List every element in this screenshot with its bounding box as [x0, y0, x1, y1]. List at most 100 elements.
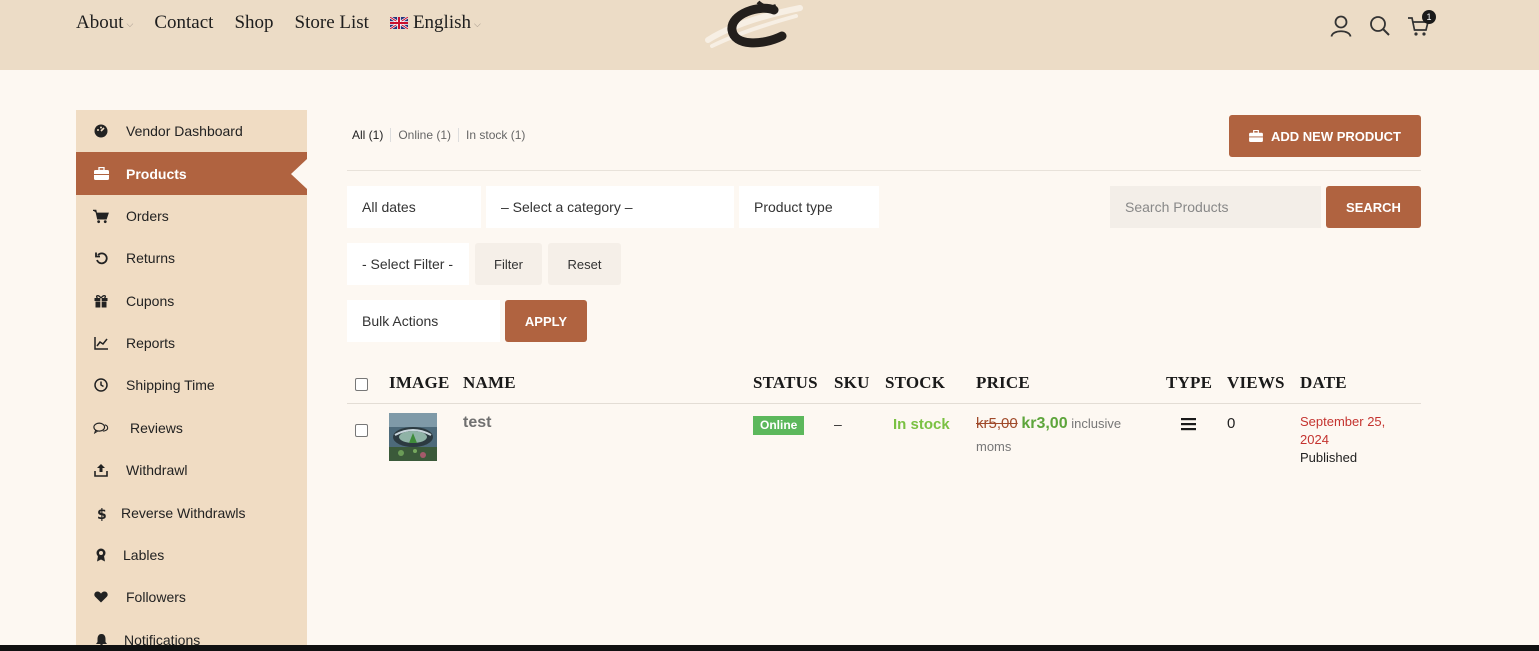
cart-icon — [93, 208, 109, 224]
add-new-product-label: ADD NEW PRODUCT — [1271, 128, 1401, 144]
dashboard-icon — [93, 123, 109, 139]
award-icon — [93, 547, 109, 563]
upload-icon — [93, 462, 109, 478]
chevron-down-icon: ⌵ — [126, 18, 134, 29]
nav-shop-label: Shop — [234, 12, 274, 33]
dollar-icon: $ — [93, 505, 109, 521]
product-name-link[interactable]: test — [463, 414, 491, 432]
sidebar-item-cupons[interactable]: Cupons — [76, 280, 307, 322]
filter-button[interactable]: Filter — [475, 243, 542, 285]
table-header-divider — [347, 403, 1421, 404]
nav-contact-label: Contact — [154, 12, 214, 33]
views-count: 0 — [1227, 415, 1236, 432]
column-header-type: TYPE — [1166, 373, 1213, 392]
product-type-select[interactable]: Product type — [739, 186, 879, 228]
sidebar-item-label: Orders — [126, 208, 169, 224]
sidebar-item-label: Lables — [123, 547, 165, 563]
sidebar-item-reviews[interactable]: Reviews — [76, 407, 307, 449]
site-header: About ⌵ Contact Shop Store List English … — [0, 0, 1539, 70]
chevron-down-icon: ⌵ — [474, 18, 481, 29]
column-header-stock: STOCK — [885, 373, 946, 392]
sidebar-item-label: Cupons — [126, 293, 175, 309]
site-logo[interactable] — [700, 0, 810, 50]
sidebar-item-withdrawl[interactable]: Withdrawl — [76, 449, 307, 491]
top-nav: About ⌵ Contact Shop Store List English … — [76, 12, 502, 34]
price-cell: kr5,00 kr3,00 inclusive moms — [976, 412, 1146, 458]
nav-about[interactable]: About ⌵ — [76, 12, 133, 34]
sidebar-item-label: Products — [126, 165, 187, 182]
cart-count-badge: 1 — [1422, 10, 1436, 24]
reset-button[interactable]: Reset — [548, 243, 621, 285]
sidebar-item-label: Reviews — [130, 420, 183, 436]
sidebar-item-vendor-dashboard[interactable]: Vendor Dashboard — [76, 110, 307, 152]
sidebar-item-lables[interactable]: Lables — [76, 534, 307, 576]
clock-icon — [93, 377, 109, 393]
sidebar-item-label: Followers — [126, 589, 186, 605]
bottom-edge — [0, 645, 1539, 651]
briefcase-icon — [93, 166, 109, 182]
sidebar-item-reports[interactable]: Reports — [76, 322, 307, 364]
search-input[interactable]: Search Products — [1110, 186, 1321, 228]
column-header-date[interactable]: DATE — [1300, 373, 1347, 393]
sidebar-item-label: Vendor Dashboard — [126, 123, 243, 139]
briefcase-icon — [1249, 130, 1263, 142]
line-chart-icon — [93, 335, 109, 351]
status-badge: Online — [753, 416, 805, 435]
sidebar-item-products[interactable]: Products — [76, 152, 307, 195]
sidebar-item-returns[interactable]: Returns — [76, 237, 307, 279]
product-thumbnail[interactable] — [389, 413, 437, 461]
column-header-status: STATUS — [753, 373, 818, 392]
vendor-sidebar: Vendor Dashboard Products Orders Returns… — [76, 110, 307, 651]
sidebar-item-label: Reverse Withdrawls — [121, 505, 246, 521]
add-new-product-button[interactable]: ADD NEW PRODUCT — [1229, 115, 1421, 157]
sidebar-item-reverse-withdrawls[interactable]: $ Reverse Withdrawls — [76, 492, 307, 534]
tab-all[interactable]: All (1) — [352, 128, 392, 142]
sidebar-item-label: Shipping Time — [126, 377, 215, 393]
search-icon[interactable] — [1367, 13, 1393, 39]
sale-price: kr3,00 — [1021, 415, 1068, 432]
cart-icon[interactable]: 1 — [1406, 10, 1436, 39]
bulk-actions-select[interactable]: Bulk Actions — [347, 300, 500, 342]
heart-icon — [93, 589, 109, 605]
column-header-image: IMAGE — [389, 373, 450, 392]
publish-status: Published — [1300, 450, 1358, 465]
sku-value: – — [834, 416, 842, 432]
svg-text:$: $ — [97, 507, 106, 521]
column-header-views: VIEWS — [1227, 373, 1285, 392]
product-date: September 25, 2024 — [1300, 414, 1386, 447]
list-icon — [1181, 418, 1196, 431]
column-header-price: PRICE — [976, 373, 1030, 392]
column-header-sku: SKU — [834, 373, 870, 392]
language-switcher[interactable]: English ⌵ — [389, 12, 481, 34]
nav-shop[interactable]: Shop — [234, 12, 273, 34]
sidebar-item-orders[interactable]: Orders — [76, 195, 307, 237]
uk-flag-icon — [389, 17, 408, 29]
nav-contact[interactable]: Contact — [154, 12, 213, 34]
tab-online[interactable]: Online (1) — [398, 128, 460, 142]
tab-in-stock[interactable]: In stock (1) — [466, 128, 532, 142]
nav-store-list-label: Store List — [294, 12, 369, 33]
category-filter-select[interactable]: – Select a category – — [486, 186, 734, 228]
sidebar-item-shipping-time[interactable]: Shipping Time — [76, 364, 307, 406]
comments-icon — [93, 420, 109, 436]
nav-about-label: About — [76, 12, 124, 33]
select-filter-dropdown[interactable]: - Select Filter - — [347, 243, 469, 285]
date-filter-select[interactable]: All dates — [347, 186, 481, 228]
header-actions: 1 — [1328, 10, 1445, 39]
stock-status: In stock — [893, 416, 950, 433]
language-label: English — [412, 12, 471, 33]
old-price: kr5,00 — [976, 415, 1018, 432]
gift-icon — [93, 293, 109, 309]
apply-button[interactable]: APPLY — [505, 300, 587, 342]
column-header-name[interactable]: NAME — [463, 373, 516, 393]
row-select-checkbox[interactable] — [355, 424, 368, 437]
status-tabs: All (1) Online (1) In stock (1) — [352, 128, 539, 142]
sidebar-item-label: Returns — [126, 250, 176, 266]
sidebar-item-followers[interactable]: Followers — [76, 576, 307, 618]
select-all-checkbox[interactable] — [355, 378, 368, 391]
search-button[interactable]: SEARCH — [1326, 186, 1421, 228]
divider — [347, 170, 1421, 171]
nav-store-list[interactable]: Store List — [295, 12, 369, 34]
undo-icon — [93, 250, 109, 266]
user-icon[interactable] — [1328, 13, 1354, 39]
